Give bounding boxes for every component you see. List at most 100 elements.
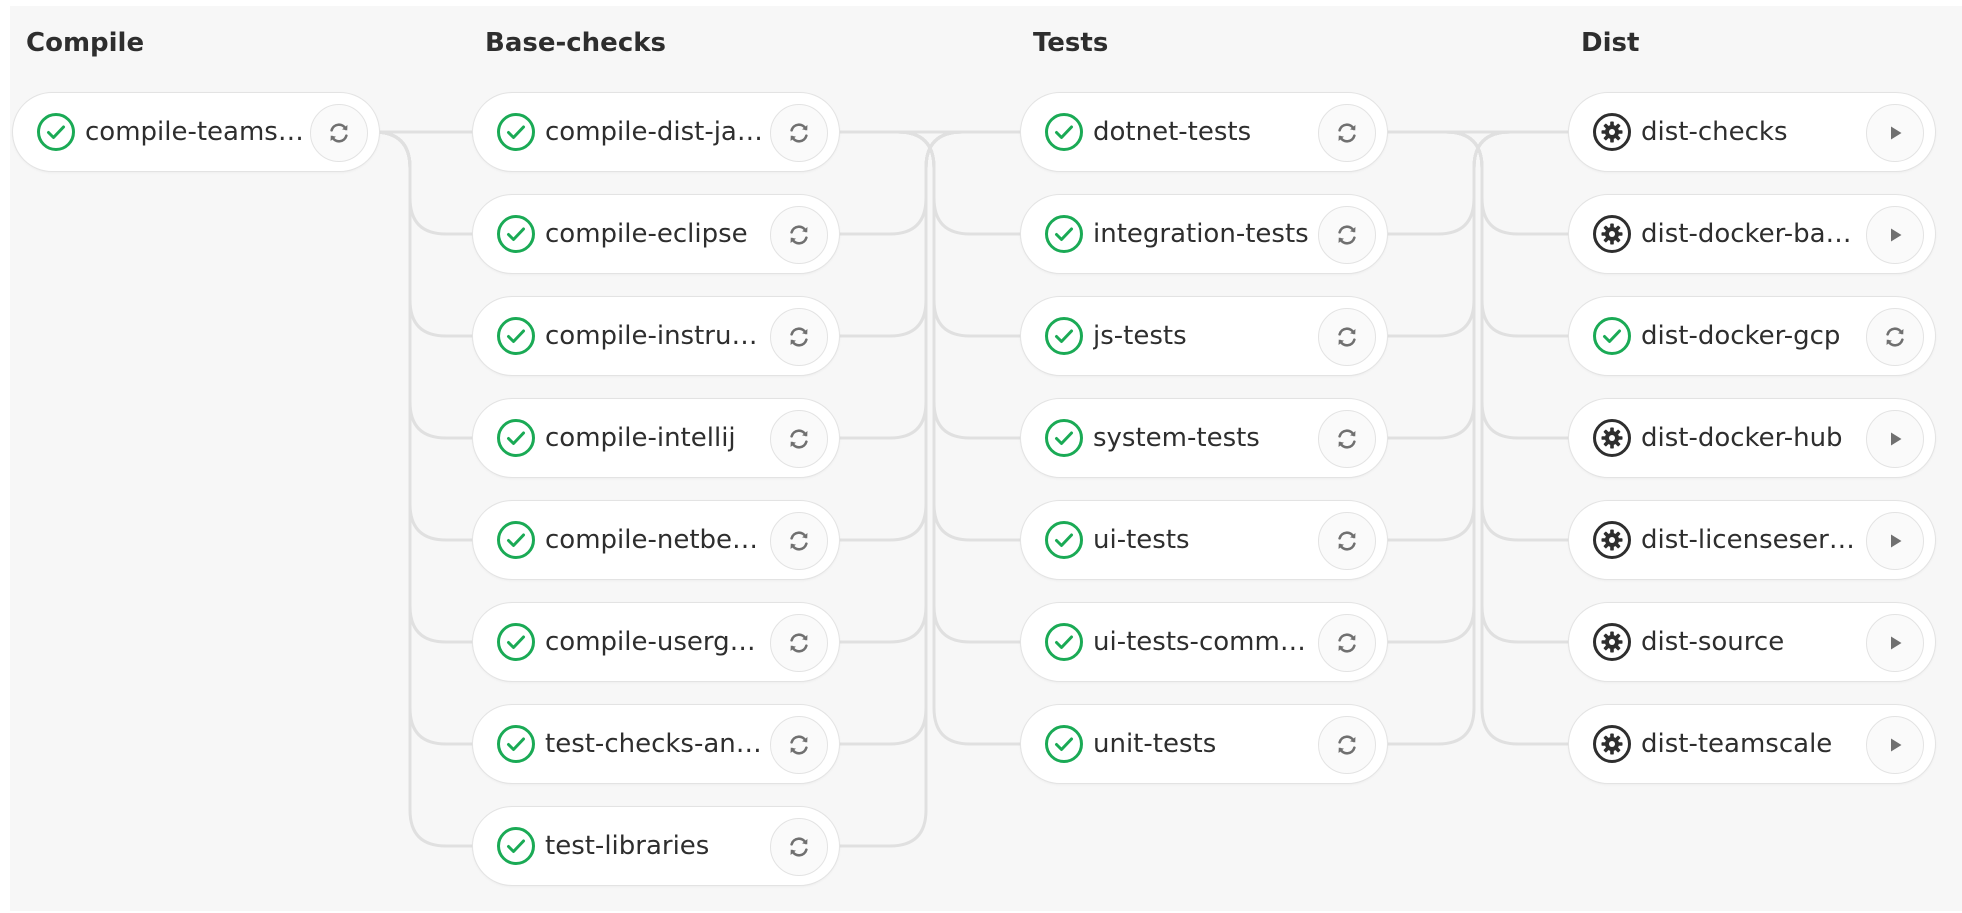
job-name: ui-tests <box>1093 525 1190 555</box>
status-success-icon <box>495 417 537 459</box>
job-name: compile-instrum… <box>545 321 769 351</box>
connector-line <box>897 130 1020 644</box>
job-name: system-tests <box>1093 423 1260 453</box>
status-success-icon <box>1043 213 1085 255</box>
retry-button[interactable] <box>770 614 828 672</box>
job-link[interactable]: test-checks-and… <box>473 705 769 783</box>
status-success-icon <box>495 825 537 867</box>
play-button[interactable] <box>1866 716 1924 774</box>
job-link[interactable]: js-tests <box>1021 297 1317 375</box>
stage-title: Compile <box>26 28 145 58</box>
job-name: dist-checks <box>1641 117 1788 147</box>
retry-button[interactable] <box>1318 512 1376 570</box>
retry-icon <box>786 630 812 656</box>
status-success-icon <box>1043 519 1085 561</box>
retry-icon <box>1882 324 1908 350</box>
job-item: compile-netbeans <box>472 500 840 580</box>
retry-button[interactable] <box>770 512 828 570</box>
job-link[interactable]: compile-dist-jav… <box>473 93 769 171</box>
play-button[interactable] <box>1866 410 1924 468</box>
play-button[interactable] <box>1866 512 1924 570</box>
job-link[interactable]: ui-tests-commo… <box>1021 603 1317 681</box>
job-link[interactable]: dist-source <box>1569 603 1865 681</box>
job-link[interactable]: compile-instrum… <box>473 297 769 375</box>
job-item: dist-docker-bas… <box>1568 194 1936 274</box>
job-link[interactable]: ui-tests <box>1021 501 1317 579</box>
play-button[interactable] <box>1866 614 1924 672</box>
job-link[interactable]: test-libraries <box>473 807 769 885</box>
job-item: system-tests <box>1020 398 1388 478</box>
retry-button[interactable] <box>770 206 828 264</box>
job-item: dist-teamscale <box>1568 704 1936 784</box>
status-manual-icon <box>1591 519 1633 561</box>
job-link[interactable]: compile-netbeans <box>473 501 769 579</box>
retry-button[interactable] <box>1318 614 1376 672</box>
retry-icon <box>1334 630 1360 656</box>
status-manual-icon <box>1591 417 1633 459</box>
connector-line <box>840 130 963 440</box>
job-link[interactable]: compile-teamsc… <box>13 93 309 171</box>
status-success-icon <box>1043 111 1085 153</box>
job-link[interactable]: dist-docker-bas… <box>1569 195 1865 273</box>
retry-button[interactable] <box>770 410 828 468</box>
job-item: compile-dist-jav… <box>472 92 840 172</box>
job-link[interactable]: dotnet-tests <box>1021 93 1317 171</box>
retry-button[interactable] <box>1318 206 1376 264</box>
retry-icon <box>1334 120 1360 146</box>
status-success-icon <box>495 213 537 255</box>
retry-button[interactable] <box>770 104 828 162</box>
retry-icon <box>1334 528 1360 554</box>
job-name: compile-intellij <box>545 423 736 453</box>
job-link[interactable]: unit-tests <box>1021 705 1317 783</box>
status-success-icon <box>495 315 537 357</box>
play-button[interactable] <box>1866 206 1924 264</box>
retry-icon <box>786 528 812 554</box>
retry-icon <box>786 834 812 860</box>
retry-button[interactable] <box>1318 104 1376 162</box>
retry-icon <box>786 222 812 248</box>
job-link[interactable]: dist-licenseserver <box>1569 501 1865 579</box>
stage-title: Dist <box>1581 28 1640 58</box>
job-item: dist-docker-hub <box>1568 398 1936 478</box>
status-success-icon <box>495 723 537 765</box>
status-success-icon <box>495 621 537 663</box>
retry-button[interactable] <box>770 308 828 366</box>
connector-line <box>1445 130 1568 236</box>
job-name: dist-licenseserver <box>1641 525 1865 555</box>
job-item: compile-eclipse <box>472 194 840 274</box>
job-link[interactable]: compile-intellij <box>473 399 769 477</box>
job-item: unit-tests <box>1020 704 1388 784</box>
job-name: compile-usergui… <box>545 627 769 657</box>
job-link[interactable]: dist-teamscale <box>1569 705 1865 783</box>
job-name: compile-eclipse <box>545 219 748 249</box>
job-item: compile-teamsc… <box>12 92 380 172</box>
job-link[interactable]: dist-docker-gcp <box>1569 297 1865 375</box>
job-name: dist-docker-gcp <box>1641 321 1841 351</box>
retry-button[interactable] <box>310 104 368 162</box>
job-item: ui-tests <box>1020 500 1388 580</box>
retry-button[interactable] <box>1318 308 1376 366</box>
retry-button[interactable] <box>770 818 828 876</box>
job-link[interactable]: system-tests <box>1021 399 1317 477</box>
connector-line <box>1388 130 1511 440</box>
job-link[interactable]: compile-eclipse <box>473 195 769 273</box>
connector-line <box>373 130 472 644</box>
retry-button[interactable] <box>1318 410 1376 468</box>
retry-button[interactable] <box>770 716 828 774</box>
job-link[interactable]: integration-tests <box>1021 195 1317 273</box>
job-name: dist-teamscale <box>1641 729 1833 759</box>
job-link[interactable]: dist-checks <box>1569 93 1865 171</box>
job-name: test-libraries <box>545 831 710 861</box>
job-name: dist-source <box>1641 627 1785 657</box>
retry-button[interactable] <box>1318 716 1376 774</box>
status-success-icon <box>1591 315 1633 357</box>
play-button[interactable] <box>1866 104 1924 162</box>
play-icon <box>1884 632 1906 654</box>
job-link[interactable]: compile-usergui… <box>473 603 769 681</box>
status-manual-icon <box>1591 723 1633 765</box>
status-manual-icon <box>1591 111 1633 153</box>
job-item: js-tests <box>1020 296 1388 376</box>
retry-icon <box>786 324 812 350</box>
retry-button[interactable] <box>1866 308 1924 366</box>
job-link[interactable]: dist-docker-hub <box>1569 399 1865 477</box>
